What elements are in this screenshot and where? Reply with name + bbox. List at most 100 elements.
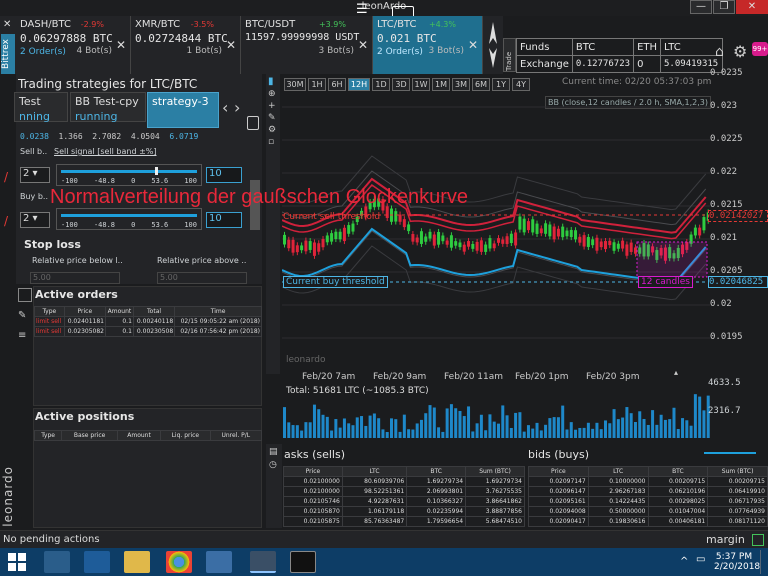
sell-threshold-label: Current sell threshold bbox=[283, 212, 381, 222]
history-icon[interactable]: ◷ bbox=[269, 460, 279, 470]
close-tab-icon[interactable]: ✕ bbox=[468, 38, 478, 52]
table-row[interactable]: limit sell 0.02305082 0.1 0.00230508 02/16 0… bbox=[34, 326, 262, 337]
buy-band-select[interactable]: 2 ▾ bbox=[20, 212, 50, 228]
file-explorer-icon[interactable] bbox=[124, 551, 150, 573]
slider-scale: -100 -48.8 0 53.6 100 bbox=[61, 221, 197, 229]
strategy-tab-3[interactable]: strategy-3 bbox=[147, 92, 219, 128]
strategy-tab-scroll-right-icon[interactable]: › bbox=[234, 98, 240, 117]
table-row[interactable]: 0.02105870 1.06179118 0.02235994 3.88877856 bbox=[283, 506, 525, 517]
zoom-icon[interactable]: ⊕ bbox=[268, 89, 278, 99]
tab-price: 0.02724844 BTC bbox=[135, 32, 228, 45]
start-icon[interactable] bbox=[8, 553, 26, 571]
volume-bar bbox=[633, 421, 637, 438]
terminal-icon[interactable] bbox=[290, 551, 316, 573]
gear-small-icon[interactable]: ⚙ bbox=[268, 125, 278, 135]
rel-above-input[interactable]: 5.00 bbox=[157, 272, 247, 284]
maximize-button[interactable]: ❐ bbox=[713, 0, 735, 14]
list-icon[interactable]: ≡ bbox=[18, 330, 26, 341]
network-icon[interactable]: ▭ bbox=[696, 554, 705, 565]
table-row[interactable]: 0.02094008 0.50000000 0.01047004 0.07764939 bbox=[528, 506, 768, 517]
tab-scroll[interactable] bbox=[483, 16, 503, 74]
clock[interactable]: 5:37 PM 2/20/2018 bbox=[714, 552, 760, 572]
tf-button-4y[interactable]: 4Y bbox=[512, 78, 530, 91]
book-icon[interactable]: ▤ bbox=[269, 447, 279, 457]
market-tab-xmr[interactable]: XMR/BTC -3.5% 0.02724844 BTC 1 Bot(s) ✕ bbox=[131, 16, 241, 74]
table-row[interactable]: 0.02096147 2.96267183 0.06210196 0.06419910 bbox=[528, 486, 768, 497]
tf-button-30m[interactable]: 30M bbox=[284, 78, 306, 91]
tf-button-1w[interactable]: 1W bbox=[412, 78, 430, 91]
cell: 0.10366327 bbox=[406, 496, 467, 507]
market-tab-btcusdt[interactable]: BTC/USDT +3.9% 11597.99999998 USDT 3 Bot… bbox=[241, 16, 373, 74]
show-desktop[interactable] bbox=[760, 550, 768, 574]
table-row[interactable]: 0.02090417 0.19830616 0.00406181 0.08171120 bbox=[528, 516, 768, 527]
trash-icon[interactable]: ▫ bbox=[268, 137, 278, 147]
cell: 0.06419910 bbox=[707, 486, 768, 497]
close-button[interactable]: ✕ bbox=[736, 0, 768, 14]
table-row[interactable]: 0.02100000 80.60939706 1.69279734 1.6927973… bbox=[283, 476, 525, 487]
table-row[interactable]: 0.02097147 0.10000000 0.00209715 0.00209715 bbox=[528, 476, 768, 487]
server-manager-icon[interactable] bbox=[44, 551, 70, 573]
tf-button-3m[interactable]: 3M bbox=[452, 78, 470, 91]
strategy-tab-1[interactable]: Test nning bbox=[14, 92, 68, 123]
close-icon[interactable]: ✕ bbox=[3, 19, 11, 30]
table-row[interactable]: 0.02105746 4.92287631 0.10366327 3.86641862 bbox=[283, 496, 525, 507]
table-row[interactable]: limit sell 0.02401181 0.1 0.00240118 02/15 0… bbox=[34, 316, 262, 327]
tf-button-3d[interactable]: 3D bbox=[392, 78, 410, 91]
tf-button-1y[interactable]: 1Y bbox=[492, 78, 510, 91]
bell-icon[interactable]: ⌂ bbox=[715, 44, 724, 60]
tray-arrow-icon[interactable]: ^ bbox=[680, 556, 688, 567]
volume-bar bbox=[689, 425, 693, 438]
sell-slider[interactable]: -100 -48.8 0 53.6 100 bbox=[56, 164, 202, 186]
tf-button-6m[interactable]: 6M bbox=[472, 78, 490, 91]
volume-bar bbox=[638, 411, 642, 438]
lock-icon[interactable] bbox=[247, 116, 259, 130]
buy-short-label: Buy b.. bbox=[20, 192, 48, 201]
tf-button-1h[interactable]: 1H bbox=[308, 78, 326, 91]
table-row[interactable]: 0.02100000 98.52251361 2.06993801 3.7627553… bbox=[283, 486, 525, 497]
gear-icon[interactable]: ⚙ bbox=[733, 42, 747, 61]
value-cell: 6.0719 bbox=[169, 132, 199, 141]
table-row[interactable]: 0.02095161 0.14224435 0.00298025 0.06717935 bbox=[528, 496, 768, 507]
volume-bar bbox=[659, 414, 663, 438]
positions-title: Active positions bbox=[35, 410, 135, 423]
edit-icon[interactable]: ✎ bbox=[18, 310, 26, 321]
connection-icon[interactable] bbox=[752, 534, 764, 546]
tf-button-1d[interactable]: 1D bbox=[372, 78, 390, 91]
slider-handle[interactable] bbox=[155, 167, 158, 175]
buy-slider[interactable]: -100 -48.8 0 53.6 100 bbox=[56, 208, 202, 230]
sell-band-select[interactable]: 2 ▾ bbox=[20, 167, 50, 183]
volume-bar bbox=[565, 429, 569, 438]
tab-scroll-arrows-icon bbox=[489, 22, 497, 68]
close-tab-icon[interactable]: ✕ bbox=[358, 38, 368, 52]
stop-loss-heading: Stop loss bbox=[24, 238, 81, 251]
market-tab-ltc[interactable]: LTC/BTC +4.3% 0.021 BTC 2 Order(s) 3 Bot… bbox=[373, 16, 483, 74]
tf-button-1m[interactable]: 1M bbox=[432, 78, 450, 91]
exchange-brand[interactable]: Bittrex bbox=[1, 34, 15, 74]
market-tab-dash[interactable]: DASH/BTC -2.9% 0.06297888 BTC 2 Order(s)… bbox=[16, 16, 131, 74]
powershell-icon[interactable] bbox=[84, 551, 110, 573]
notification-badge[interactable]: 99+ bbox=[752, 42, 768, 56]
chrome-icon[interactable] bbox=[166, 551, 192, 573]
table-row[interactable]: 0.02105875 85.76363487 1.79596654 5.6847451… bbox=[283, 516, 525, 527]
volume-bar bbox=[706, 395, 710, 438]
price-chart[interactable] bbox=[282, 92, 710, 380]
close-tab-icon[interactable]: ✕ bbox=[226, 38, 236, 52]
crosshair-icon[interactable]: + bbox=[268, 101, 278, 111]
rel-below-input[interactable]: 5.00 bbox=[30, 272, 120, 284]
strategy-tab-scroll-icon[interactable]: ‹ bbox=[222, 98, 228, 117]
resize-icon[interactable] bbox=[18, 288, 32, 302]
buy-band-input[interactable]: 10 bbox=[206, 212, 242, 228]
minimize-button[interactable]: — bbox=[690, 0, 712, 14]
leonardo-app-icon[interactable] bbox=[250, 551, 276, 573]
close-tab-icon[interactable]: ✕ bbox=[116, 38, 126, 52]
chart-type-icon[interactable]: ▮ bbox=[268, 76, 278, 87]
pencil-icon[interactable]: ✎ bbox=[268, 113, 278, 123]
tf-button-6h[interactable]: 6H bbox=[328, 78, 346, 91]
trade-toggle[interactable]: Trade bbox=[503, 38, 516, 72]
tf-button-12h[interactable]: 12H bbox=[348, 78, 370, 91]
depth-slider[interactable] bbox=[704, 452, 756, 454]
strategy-tab-2[interactable]: BB Test-cpy running bbox=[70, 92, 146, 123]
sell-band-input[interactable]: 10 bbox=[206, 167, 242, 183]
python-icon[interactable] bbox=[206, 551, 232, 573]
scroll-arrow-icon[interactable]: ▴ bbox=[674, 368, 684, 380]
